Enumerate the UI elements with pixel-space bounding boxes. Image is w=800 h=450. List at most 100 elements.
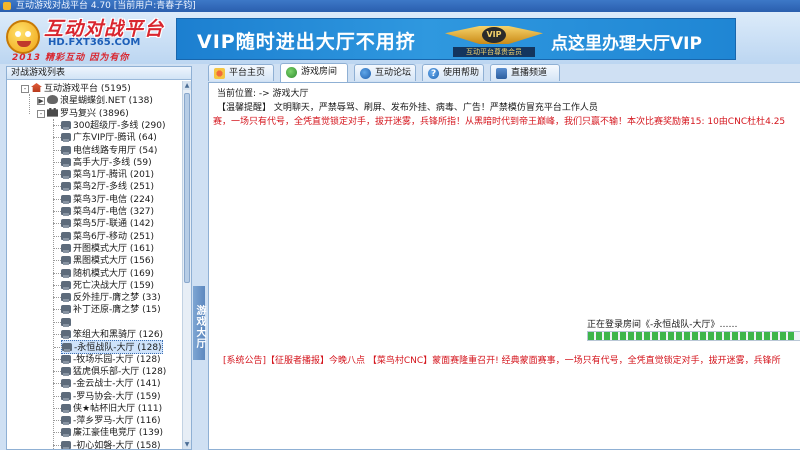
tree-branch-line <box>53 407 61 409</box>
tree-branch-line <box>53 247 61 249</box>
help-icon <box>428 66 439 82</box>
tree-item-label: 菜鸟4厅-电信 (327) <box>73 207 155 217</box>
tree-item-label: 反外挂厅-膺之梦 (33) <box>73 293 161 304</box>
collapse-toggle-icon[interactable]: - <box>37 109 45 118</box>
tree-branch-line <box>54 347 62 349</box>
tree-room-item[interactable]: -初心如磐-大厅 (158) <box>53 439 161 449</box>
tab-help[interactable]: 使用帮助 <box>422 64 484 82</box>
tree-item-label: 高手大厅-多线 (59) <box>73 157 152 168</box>
tree-branch-line <box>53 297 61 299</box>
room-icon <box>61 170 71 180</box>
vip-banner[interactable]: VIP随时进出大厅不用挤 VIP 互动平台尊贵会员 点这里办理大厅VIP <box>176 18 736 60</box>
tree-item-label: 猛虎俱乐部-大厅 (128) <box>73 366 167 377</box>
banner-left-text: VIP随时进出大厅不用挤 <box>197 31 416 53</box>
tab-forum[interactable]: 互动论坛 <box>354 64 416 81</box>
tree-item-label: 廉江豪佳电竞厅 (139) <box>73 428 164 439</box>
tree-branch-line <box>53 321 61 323</box>
tree-item-label: 300超级厅-多线 (290) <box>73 120 166 131</box>
tree-item-label: 广东VIP厅-腾讯 (64) <box>73 133 157 144</box>
badge-vip-mark: VIP <box>482 27 506 43</box>
tree-branch-line <box>53 334 61 335</box>
tab-home[interactable]: 平台主页 <box>208 64 274 81</box>
room-icon <box>61 120 71 130</box>
room-icon <box>61 194 71 204</box>
header: 互动对战平台 HD.FXT365.COM 2013 精彩互动 因为有你 VIP随… <box>0 12 800 64</box>
tree-item-label: -萍乡罗马-大厅 (116) <box>73 416 161 427</box>
room-icon <box>62 343 72 353</box>
main-area: 平台主页 游戏房间 互动论坛 使用帮助 直播频道 当前位置: -> 游戏大厅 【温馨提醒… <box>208 62 800 450</box>
tab-live[interactable]: 直播频道 <box>490 64 560 81</box>
home-icon <box>214 68 225 79</box>
tree-item-label: 补丁还原-膺之梦 (15) <box>73 305 161 316</box>
tree-branch-line <box>53 420 61 422</box>
room-icon <box>61 305 71 315</box>
tree-branch-line <box>53 149 61 151</box>
tree-item-label: 菜鸟5厅-联通 (142) <box>73 219 155 230</box>
game-list-panel: 对战游戏列表 - 互动游戏平台 (5195) ▶ 浪星蝴蝶剑.NET (138) - 罗马… <box>6 66 192 450</box>
tree-branch-line <box>53 174 61 176</box>
tree-room-item[interactable]: 补丁还原-膺之梦 (15) <box>53 303 161 317</box>
tree-branch-line <box>53 137 61 139</box>
tab-game[interactable]: 游戏房间 <box>280 63 348 82</box>
tree-item-label: 菜鸟1厅-腾讯 (201) <box>73 170 155 181</box>
logo-url: HD.FXT365.COM <box>48 37 141 48</box>
scroll-down-icon[interactable]: ▼ <box>183 440 191 449</box>
tree-item-label: 菜鸟2厅-多线 (251) <box>73 182 155 193</box>
current-location: 当前位置: -> 游戏大厅 <box>217 89 309 99</box>
room-icon <box>61 379 71 389</box>
room-content: 当前位置: -> 游戏大厅 【温馨提醒】 文明聊天，严禁辱骂、刷屏、发布外挂、病… <box>208 82 800 450</box>
tree-branch-line <box>53 358 61 360</box>
window-title-bar: 互动游戏对战平台 4.70 [当前用户:青春子钧] <box>0 0 800 12</box>
tab-label: 游戏房间 <box>301 67 338 77</box>
room-icon <box>61 317 71 327</box>
app-icon <box>3 2 11 10</box>
tree-branch-line <box>53 272 61 274</box>
room-icon <box>61 157 71 167</box>
tree-item-label: 电信线路专用厅 (54) <box>73 145 158 156</box>
tree-item-label: -金云战士-大厅 (141) <box>73 379 161 390</box>
tree-branch-line <box>53 186 61 188</box>
tree-branch-line <box>53 383 61 385</box>
room-icon <box>61 280 71 290</box>
tree-branch-line <box>53 161 61 163</box>
tree-branch-line <box>53 284 61 286</box>
tree-branch-line <box>53 223 61 225</box>
room-icon <box>61 366 71 376</box>
tree-branch-line <box>53 395 61 397</box>
logo-slogan: 2013 精彩互动 因为有你 <box>12 53 130 63</box>
room-icon <box>61 219 71 229</box>
badge-caption: 互动平台尊贵会员 <box>453 47 535 57</box>
tree-branch-line <box>53 124 61 126</box>
tree-item-label: 菜鸟3厅-电信 (224) <box>73 194 155 205</box>
tree-branch-line <box>53 370 61 372</box>
tree-branch-line <box>53 432 61 434</box>
expand-toggle-icon[interactable]: ▶ <box>37 97 45 106</box>
bird-icon <box>47 95 58 105</box>
room-icon <box>61 330 71 339</box>
room-icon <box>61 145 71 155</box>
window-title: 互动游戏对战平台 4.70 [当前用户:青春子钧] <box>16 1 196 11</box>
tree-item-label: 随机模式大厅 (169) <box>73 268 155 279</box>
login-progress-bar <box>587 331 800 341</box>
room-icon <box>61 133 71 143</box>
castle-icon <box>47 107 58 117</box>
tree-item-label: 侠★帖杯旧大厅 (111) <box>73 403 163 414</box>
tree-item-label: 开图模式大厅 (161) <box>73 243 155 254</box>
tree-item-label: 互动游戏平台 (5195) <box>44 84 131 94</box>
tree-item-label: -罗马协会-大厅 (159) <box>73 391 161 402</box>
scroll-up-icon[interactable]: ▲ <box>183 81 191 90</box>
banner-right-link[interactable]: 点这里办理大厅VIP <box>551 29 702 54</box>
scroll-thumb[interactable] <box>184 93 190 283</box>
game-hall-side-tab[interactable]: 游戏大厅 <box>193 286 205 360</box>
room-icon <box>61 391 71 401</box>
tree-item-label: -牧场乐园-大厅 (128) <box>73 354 161 365</box>
tree-branch-line <box>53 309 61 311</box>
collapse-toggle-icon[interactable]: - <box>21 85 29 93</box>
tree-branch-line <box>53 444 61 446</box>
tree-scrollbar[interactable]: ▲ ▼ <box>182 81 191 449</box>
tree-branch-line <box>53 211 61 212</box>
tree-item-label: -初心如磐-大厅 (158) <box>73 440 161 449</box>
room-icon <box>61 256 71 266</box>
house-icon <box>31 83 42 92</box>
notice-text: 【温馨提醒】 文明聊天，严禁辱骂、刷屏、发布外挂、病毒、广告！严禁模仿冒充平台工… <box>217 103 598 113</box>
